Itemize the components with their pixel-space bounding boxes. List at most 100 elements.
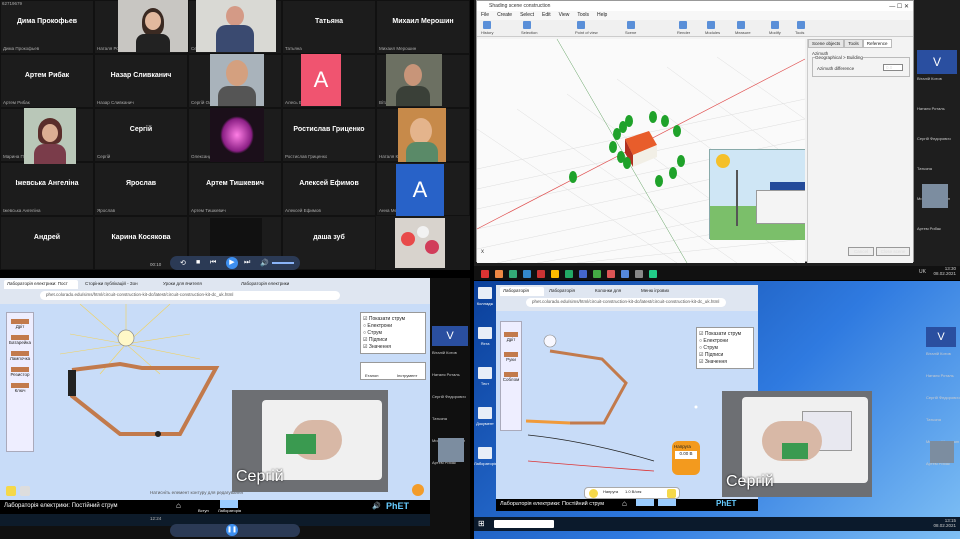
close-scene-button[interactable]: Close scene xyxy=(876,247,910,256)
browser-tab[interactable]: Лабораторія xyxy=(546,287,590,296)
sound-icon[interactable]: 🔊 xyxy=(372,502,381,510)
tool-icon[interactable] xyxy=(797,21,805,29)
menu-item[interactable]: View xyxy=(559,12,570,18)
rewind-icon[interactable]: ⏮ xyxy=(210,259,216,267)
menu-item[interactable]: File xyxy=(481,12,489,18)
option-row[interactable]: ☑ Значення xyxy=(363,344,423,350)
playback-panel[interactable]: Напруга 1.0 В/сек xyxy=(584,487,680,499)
option-row[interactable]: ☑ Значення xyxy=(699,359,751,365)
step-icon[interactable] xyxy=(667,489,676,498)
menu-item[interactable]: Create xyxy=(497,12,512,18)
lang-indicator[interactable]: UK xyxy=(919,269,926,275)
panel-tab[interactable]: Reference xyxy=(862,39,892,48)
toolbox-item[interactable]: Батарейка xyxy=(7,335,33,345)
option-row[interactable]: ☑ Показати струм xyxy=(363,316,423,322)
app-icon[interactable] xyxy=(635,270,643,278)
voltmeter[interactable]: Напруга 0.00 В xyxy=(672,441,700,475)
zoom-in-icon[interactable] xyxy=(20,486,30,496)
lab-thumb[interactable] xyxy=(658,499,676,506)
toolbox-item[interactable]: Резистор xyxy=(7,367,33,377)
participant-tile[interactable]: Артем Рибак Артем Рибак xyxy=(0,54,94,108)
azimuth-input[interactable]: 0.0 xyxy=(883,64,903,71)
home-icon[interactable]: ⌂ xyxy=(176,501,181,510)
media-controls[interactable]: ❚❚ xyxy=(170,524,300,537)
zoom-out-icon[interactable] xyxy=(6,486,16,496)
tab-lab[interactable]: Лабораторія xyxy=(218,508,241,513)
participant-tile[interactable]: Назар Сливканич Назар Сливканич xyxy=(94,54,188,108)
firefox-icon[interactable] xyxy=(495,270,503,278)
participant-tile[interactable]: Ярослав Ярослав xyxy=(94,162,188,216)
app-icon[interactable] xyxy=(649,270,657,278)
browser-tab[interactable]: Сторінки публікацій - Зон xyxy=(82,280,156,289)
toolbox-item[interactable]: Дріт xyxy=(501,332,521,342)
menu-item[interactable]: Edit xyxy=(542,12,551,18)
tool-icon[interactable] xyxy=(679,21,687,29)
toolbox-item[interactable]: Руки xyxy=(501,352,521,362)
app-icon[interactable] xyxy=(621,270,629,278)
menu-item[interactable]: Help xyxy=(597,12,607,18)
media-controls[interactable]: ⟲ ■ ⏮ ▶ ⏭ 🔊 xyxy=(170,256,300,270)
cancel-button[interactable]: Cancel xyxy=(848,247,874,256)
option-row[interactable]: ☑ Підписи xyxy=(363,337,423,343)
app-icon[interactable] xyxy=(523,270,531,278)
participant-tile[interactable]: Алексей Ефимов Алексей Ефимов xyxy=(282,162,376,216)
browser-tab[interactable]: Лабораторія електрики xyxy=(238,280,312,289)
app-icon[interactable] xyxy=(565,270,573,278)
participant-tile[interactable]: Іжевська Ангеліна Іжевська Ангеліна xyxy=(0,162,94,216)
option-row[interactable]: ○ Струм xyxy=(699,345,751,351)
lab-thumb[interactable] xyxy=(220,500,238,508)
option-row[interactable]: ○ Електрони xyxy=(699,338,751,344)
volume-icon[interactable]: 🔊 xyxy=(260,259,269,267)
desktop-icon[interactable] xyxy=(478,367,492,379)
toolbox-item[interactable]: Соблом xyxy=(501,372,521,382)
word-icon[interactable] xyxy=(579,270,587,278)
desktop-icon[interactable] xyxy=(478,447,492,459)
participant-tile[interactable]: Михаил Мерошин Михаил Мерошин xyxy=(376,0,470,54)
tool-icon[interactable] xyxy=(627,21,635,29)
browser-tab[interactable]: Уроки для вчителя xyxy=(160,280,234,289)
participant-tile[interactable]: Сергій Сергій xyxy=(94,108,188,162)
option-row[interactable]: ☑ Показати струм xyxy=(699,331,751,337)
phet-canvas[interactable]: Дріт Руки Соблом ☑ Показати струм ○ Електро… xyxy=(496,311,758,499)
component-toolbox[interactable]: Дріт Руки Соблом xyxy=(500,321,522,431)
folder-icon[interactable] xyxy=(551,270,559,278)
prev-icon[interactable]: ⟲ xyxy=(180,259,186,267)
option-row[interactable]: ☑ Підписи xyxy=(699,352,751,358)
preset-label[interactable]: Еталон xyxy=(365,373,379,378)
address-bar[interactable]: phet.colorado.edu/sims/html/circuit-cons… xyxy=(40,291,340,300)
toolbox-item[interactable]: Лампочка xyxy=(7,351,33,361)
forward-icon[interactable]: ⏭ xyxy=(244,259,250,267)
intro-thumb[interactable] xyxy=(636,499,654,506)
toolbox-item[interactable]: Дріт xyxy=(7,319,33,329)
app-icon[interactable] xyxy=(593,270,601,278)
pause-button[interactable]: ❚❚ xyxy=(226,524,238,536)
window-controls[interactable]: — ☐ ✕ xyxy=(889,2,909,12)
stop-icon[interactable]: ■ xyxy=(196,259,200,266)
toolbox-item[interactable]: Ключ xyxy=(7,383,33,393)
tool-icon[interactable] xyxy=(483,21,491,29)
option-row[interactable]: ○ Електрони xyxy=(363,323,423,329)
tool-icon[interactable] xyxy=(523,21,531,29)
tool-icon[interactable] xyxy=(737,21,745,29)
app-icon[interactable] xyxy=(537,270,545,278)
menu-item[interactable]: Tools xyxy=(577,12,589,18)
component-toolbox[interactable]: Дріт Батарейка Лампочка Резистор Ключ xyxy=(6,312,34,452)
participant-tile[interactable]: Артем Тишкевич Артем Тишкевич xyxy=(188,162,282,216)
search-input[interactable] xyxy=(494,520,554,528)
preset-label[interactable]: Інструмент xyxy=(397,373,417,378)
app-icon[interactable] xyxy=(607,270,615,278)
participant-tile[interactable]: Дима Прокофьев Дима Прокофьев xyxy=(0,0,94,54)
play-button[interactable]: ▶ xyxy=(226,257,238,269)
volume-slider[interactable] xyxy=(272,262,294,264)
desktop-icon[interactable] xyxy=(478,287,492,299)
participant-tile[interactable]: Ростислав Гриценко Ростислав Гриценко xyxy=(282,108,376,162)
start-icon[interactable]: ⊞ xyxy=(478,519,485,528)
option-row[interactable]: ○ Струм xyxy=(363,330,423,336)
opera-icon[interactable] xyxy=(481,270,489,278)
browser-tab[interactable]: Колонки для xyxy=(592,287,636,296)
participant-tile[interactable]: Татьяна Татьяна xyxy=(282,0,376,54)
chrome-icon[interactable] xyxy=(509,270,517,278)
presets-panel[interactable]: Еталон Інструмент xyxy=(360,362,426,380)
browser-tab[interactable]: Меню ігрових xyxy=(638,287,682,296)
browser-tab[interactable]: Лабораторія xyxy=(500,287,544,296)
